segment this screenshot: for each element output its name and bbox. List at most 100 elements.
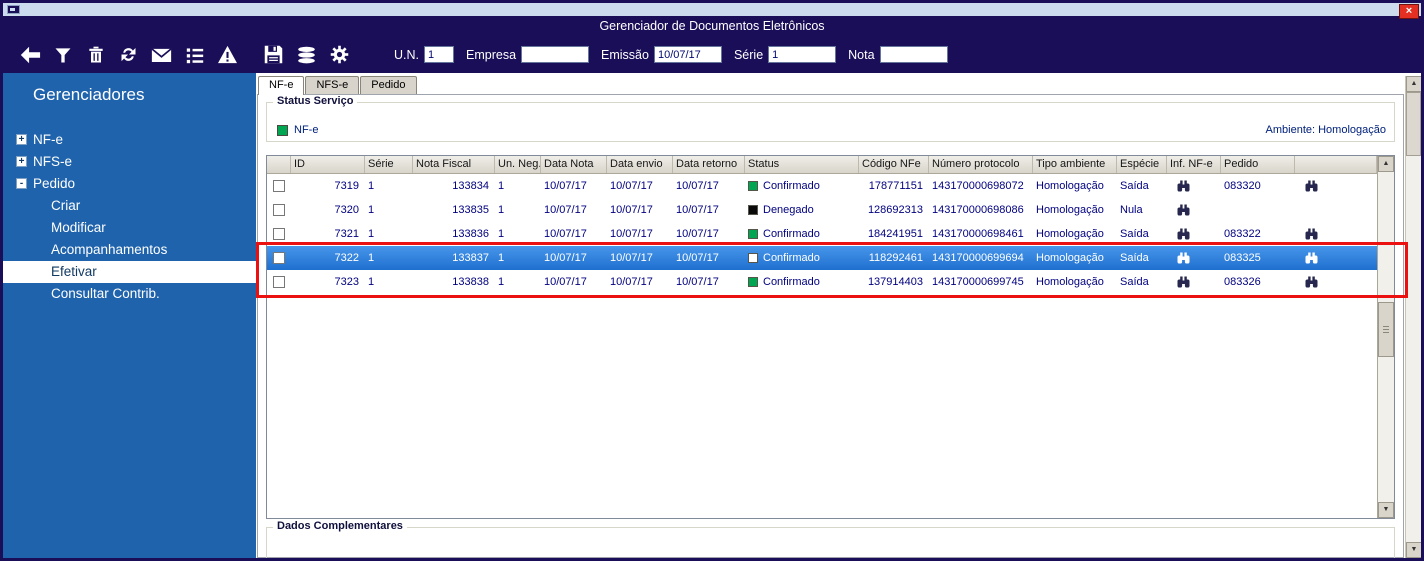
status-servico-group: Status Serviço NF-e Ambiente: Homologaçã… [266,95,1395,142]
column-header-codigo_nfe[interactable]: Código NFe [859,156,929,173]
sidebar-item-nfe[interactable]: + NF-e [3,129,256,151]
refresh-icon[interactable] [115,42,142,68]
column-header-data_envio[interactable]: Data envio [607,156,673,173]
expand-plus-icon[interactable]: + [16,134,27,145]
cell-especie: Saída [1120,252,1149,264]
expand-plus-icon[interactable]: + [16,156,27,167]
column-header-sel[interactable] [267,156,291,173]
sidebar-item-nfse[interactable]: + NFS-e [3,151,256,173]
view-nfe-document-icon[interactable] [1177,252,1190,264]
status-servico-legend: Status Serviço [273,95,358,107]
table-row[interactable]: 7323 1 133838 1 10/07/17 10/07/17 10/07/17 Conf… [267,270,1377,294]
cell-un_neg: 1 [498,204,505,216]
row-checkbox[interactable] [273,204,285,216]
cell-nota_fiscal: 133838 [452,276,489,288]
table-row[interactable]: 7321 1 133836 1 10/07/17 10/07/17 10/07/17 Conf… [267,222,1377,246]
page-scrollbar-thumb[interactable] [1406,92,1421,156]
column-header-id[interactable]: ID [291,156,365,173]
scrollbar-thumb[interactable] [1378,302,1394,357]
collapse-minus-icon[interactable]: - [16,178,27,189]
tab-nfse[interactable]: NFS-e [305,76,360,94]
empresa-input[interactable] [521,46,590,63]
serie-label: Série [733,47,764,62]
emissao-input[interactable] [653,46,722,63]
close-button[interactable]: × [1399,4,1419,19]
column-header-status[interactable]: Status [745,156,859,173]
scroll-up-icon[interactable]: ▲ [1378,156,1394,172]
cell-pedido [1221,198,1295,222]
view-pedido-document-icon[interactable] [1305,180,1318,192]
sidebar-title: Gerenciadores [33,85,145,104]
row-checkbox[interactable] [273,228,285,240]
save-icon[interactable] [260,42,287,68]
column-header-data_nota[interactable]: Data Nota [541,156,607,173]
cell-codigo_nfe: 178771151 [868,180,923,192]
view-pedido-document-icon[interactable] [1305,276,1318,288]
email-icon[interactable] [148,42,175,68]
database-icon[interactable] [293,42,320,68]
view-pedido-document-icon[interactable] [1305,252,1318,264]
cell-pedido_doc [1295,174,1377,198]
view-nfe-document-icon[interactable] [1177,276,1190,288]
cell-tipo_ambiente: Homologação [1036,228,1104,240]
main-panel: NF-e NFS-e Pedido Status Serviço NF-e Am… [256,73,1421,558]
cell-tipo_ambiente: Homologação [1036,180,1104,192]
back-icon[interactable] [16,42,43,68]
cell-inf_nfe [1167,174,1221,198]
settings-gear-icon[interactable] [326,42,353,68]
nota-input[interactable] [879,46,948,63]
sidebar-item-modificar[interactable]: Modificar [3,217,256,239]
row-checkbox[interactable] [273,252,285,264]
cell-inf_nfe [1167,198,1221,222]
scroll-down-icon[interactable]: ▼ [1378,502,1394,518]
row-checkbox[interactable] [273,180,285,192]
cell-sel [267,198,291,222]
table-row[interactable]: 7320 1 133835 1 10/07/17 10/07/17 10/07/17 Dene… [267,198,1377,222]
column-header-inf_nfe[interactable]: Inf. NF-e [1167,156,1221,173]
column-header-pedido[interactable]: Pedido [1221,156,1295,173]
page-scrollbar[interactable]: ▲ ▼ [1405,76,1421,558]
column-header-data_retorno[interactable]: Data retorno [673,156,745,173]
sidebar-item-label: NFS-e [33,154,73,169]
column-header-especie[interactable]: Espécie [1117,156,1167,173]
view-nfe-document-icon[interactable] [1177,228,1190,240]
delete-icon[interactable] [82,42,109,68]
column-header-tipo_ambiente[interactable]: Tipo ambiente [1033,156,1117,173]
cell-nota_fiscal: 133835 [452,204,489,216]
status-color-box [748,205,758,215]
view-nfe-document-icon[interactable] [1177,204,1190,216]
nota-label: Nota [848,47,875,62]
cell-pedido: 083326 [1224,276,1261,288]
page-scroll-up-icon[interactable]: ▲ [1406,76,1421,92]
sidebar-item-acompanhamentos[interactable]: Acompanhamentos [3,239,256,261]
checklist-icon[interactable] [181,42,208,68]
column-header-nota_fiscal[interactable]: Nota Fiscal [413,156,495,173]
table-body: 7319 1 133834 1 10/07/17 10/07/17 10/07/17 Conf… [267,174,1377,518]
sidebar-item-efetivar[interactable]: Efetivar [3,261,256,283]
view-nfe-document-icon[interactable] [1177,180,1190,192]
sidebar-item-criar[interactable]: Criar [3,195,256,217]
tab-pedido[interactable]: Pedido [360,76,417,94]
tab-nfe[interactable]: NF-e [258,76,305,95]
cell-data_nota: 10/07/17 [544,180,587,192]
un-input[interactable] [424,46,454,63]
status-color-box [748,253,758,263]
cell-inf_nfe [1167,270,1221,294]
sidebar-item-consultar-contrib[interactable]: Consultar Contrib. [3,283,256,305]
cell-protocolo: 143170000698461 [932,228,1024,240]
column-header-protocolo[interactable]: Número protocolo [929,156,1033,173]
table-row[interactable]: 7322 1 133837 1 10/07/17 10/07/17 10/07/17 Conf… [267,246,1377,270]
warning-icon[interactable] [214,42,241,68]
column-header-serie[interactable]: Série [365,156,413,173]
row-checkbox[interactable] [273,276,285,288]
table-row[interactable]: 7319 1 133834 1 10/07/17 10/07/17 10/07/17 Conf… [267,174,1377,198]
column-header-un_neg[interactable]: Un. Neg. [495,156,541,173]
column-header-pedido_doc[interactable] [1295,156,1377,173]
view-pedido-document-icon[interactable] [1305,228,1318,240]
sidebar-item-pedido[interactable]: - Pedido [3,173,256,195]
serie-input[interactable] [768,46,837,63]
filter-icon[interactable] [49,42,76,68]
cell-serie: 1 [368,228,375,240]
table-scrollbar[interactable]: ▲ ▼ [1377,156,1394,518]
page-scroll-down-icon[interactable]: ▼ [1406,542,1421,558]
